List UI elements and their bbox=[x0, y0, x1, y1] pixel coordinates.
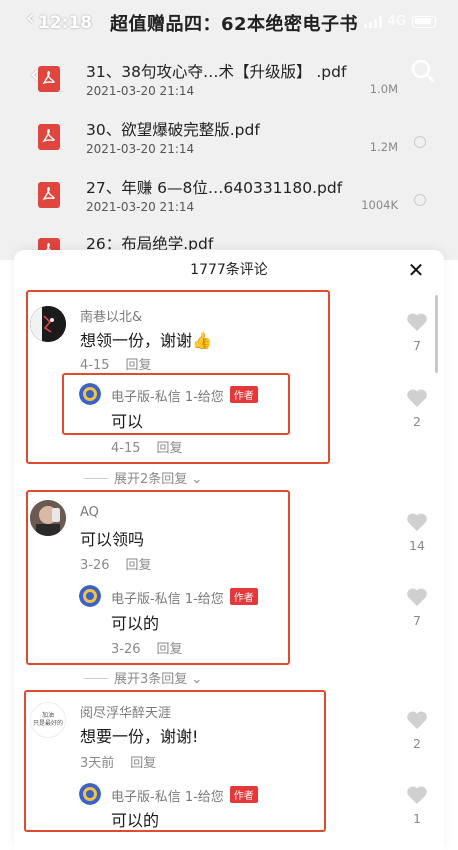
close-icon[interactable]: ✕ bbox=[406, 260, 426, 280]
like-count: 1 bbox=[413, 811, 421, 826]
file-date: 2021-03-20 21:14 bbox=[86, 84, 195, 98]
heart-icon bbox=[407, 313, 427, 331]
heart-icon bbox=[407, 588, 427, 606]
expand-replies[interactable]: 展开3条回复 ⌄ bbox=[84, 668, 202, 687]
like-button[interactable]: 7 bbox=[402, 587, 432, 628]
pdf-icon bbox=[38, 66, 60, 92]
battery-icon bbox=[412, 15, 436, 28]
heart-icon bbox=[407, 711, 427, 729]
expand-replies-label: 展开2条回复 bbox=[114, 472, 188, 487]
like-button[interactable]: 1 bbox=[402, 785, 432, 826]
divider-line bbox=[84, 478, 108, 479]
highlight-box bbox=[26, 490, 290, 665]
like-count: 7 bbox=[413, 613, 421, 628]
like-button[interactable]: 2 bbox=[402, 388, 432, 429]
like-count: 2 bbox=[413, 414, 421, 429]
comment-sheet-header: 1777条评论 ✕ bbox=[14, 250, 444, 290]
file-size: 1.0M bbox=[369, 82, 398, 96]
expand-replies-label: 展开3条回复 bbox=[114, 672, 188, 687]
highlight-box bbox=[24, 690, 326, 832]
file-date: 2021-03-20 21:14 bbox=[86, 200, 195, 214]
chevron-down-icon: ⌄ bbox=[187, 472, 203, 487]
file-name: 30、欲望爆破完整版.pdf bbox=[86, 121, 260, 139]
like-button[interactable]: 14 bbox=[402, 512, 432, 553]
like-count: 7 bbox=[413, 338, 421, 353]
file-select-radio[interactable] bbox=[414, 136, 426, 148]
file-row[interactable]: 31、38句攻心夺…术【升级版】 .pdf 2021-03-20 21:14 1… bbox=[0, 58, 458, 114]
file-select-radio[interactable] bbox=[414, 194, 426, 206]
file-size: 1004K bbox=[361, 198, 398, 212]
signal-icon bbox=[363, 15, 382, 28]
heart-icon bbox=[407, 513, 427, 531]
divider-line bbox=[84, 678, 108, 679]
like-button[interactable]: 7 bbox=[402, 312, 432, 353]
heart-icon bbox=[407, 389, 427, 407]
file-size: 1.2M bbox=[369, 140, 398, 154]
comment-count-title: 1777条评论 bbox=[190, 262, 268, 278]
file-row[interactable]: 30、欲望爆破完整版.pdf 2021-03-20 21:14 1.2M bbox=[0, 116, 458, 172]
file-name: 27、年赚 6—8位…640331180.pdf bbox=[86, 179, 343, 197]
like-button[interactable]: 2 bbox=[402, 710, 432, 751]
expand-replies[interactable]: 展开2条回复 ⌄ bbox=[84, 468, 202, 487]
heart-icon bbox=[407, 786, 427, 804]
file-name: 31、38句攻心夺…术【升级版】 .pdf bbox=[86, 63, 347, 81]
highlight-box bbox=[62, 373, 290, 435]
like-count: 14 bbox=[409, 538, 425, 553]
scrollbar[interactable] bbox=[435, 295, 438, 373]
pdf-icon bbox=[38, 124, 60, 150]
chevron-down-icon: ⌄ bbox=[187, 672, 203, 687]
document-title: 超值赠品四：62本绝密电子书 bbox=[110, 14, 359, 35]
file-date: 2021-03-20 21:14 bbox=[86, 142, 195, 156]
network-label: 4G bbox=[387, 14, 406, 29]
comment-sheet: 1777条评论 ✕ 南巷以北& 想领一份，谢谢👍 4-15 回复 7 电子版-私信… bbox=[14, 250, 444, 850]
like-count: 2 bbox=[413, 736, 421, 751]
pdf-icon bbox=[38, 182, 60, 208]
status-indicators: 4G bbox=[363, 14, 436, 29]
status-time: 12:18 bbox=[38, 13, 93, 33]
file-row[interactable]: 27、年赚 6—8位…640331180.pdf 2021-03-20 21:1… bbox=[0, 174, 458, 230]
